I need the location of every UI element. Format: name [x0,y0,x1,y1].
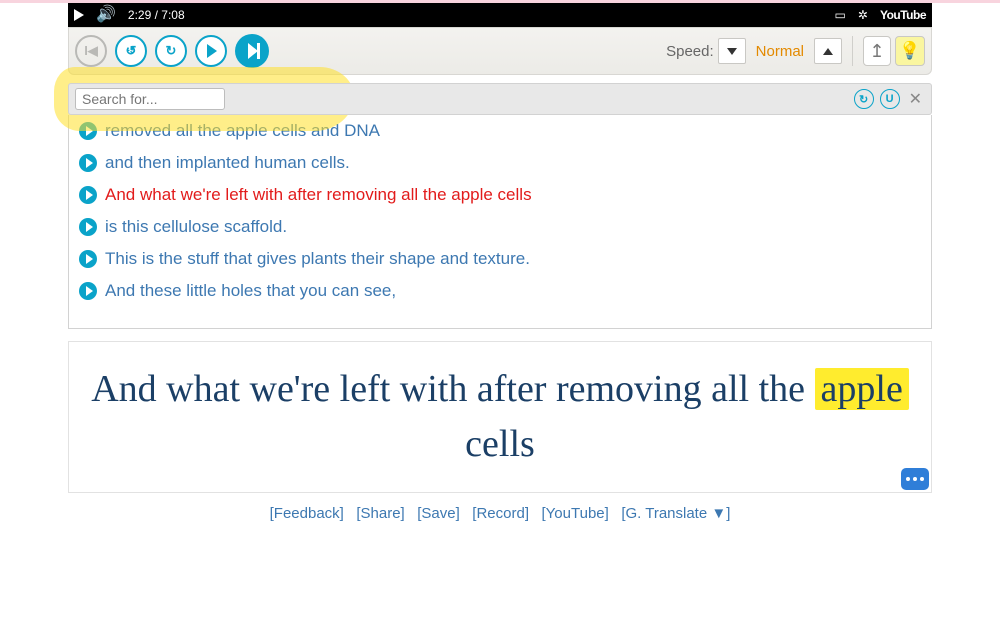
caption-pre: And what we're left with after removing … [91,368,814,410]
playback-control-bar: I◀ -5↺-5 ↻ Speed: Normal ↥ 💡 [68,27,932,75]
scroll-top-button[interactable]: ↥ [863,36,891,66]
speed-value: Normal [750,43,810,60]
loop-toggle-button[interactable]: ↻ [854,89,874,109]
line-play-icon[interactable] [79,282,97,300]
play-button[interactable] [195,35,227,67]
transcript-text[interactable]: is this cellulose scaffold. [105,217,287,237]
line-play-icon[interactable] [79,218,97,236]
youtube-link[interactable]: [YouTube] [542,505,609,522]
line-play-icon[interactable] [79,250,97,268]
transcript-text[interactable]: and then implanted human cells. [105,153,350,173]
chat-bubble-button[interactable] [901,468,929,490]
transcript-row[interactable]: is this cellulose scaffold. [69,211,931,243]
speed-label: Speed: [666,43,714,60]
prev-line-button[interactable]: I◀ [75,35,107,67]
youtube-logo[interactable]: YouTube [880,8,926,22]
repeat-button[interactable]: ↻ [155,35,187,67]
transcript-row[interactable]: And what we're left with after removing … [69,179,931,211]
transcript-text[interactable]: removed all the apple cells and DNA [105,121,380,141]
hint-bulb-button[interactable]: 💡 [895,36,925,66]
speed-down-button[interactable] [718,38,746,64]
transcript-text[interactable]: This is the stuff that gives plants thei… [105,249,530,269]
rewind-5-button[interactable]: -5↺-5 [115,35,147,67]
video-player-bar: 🔊 2:29 / 7:08 ▭ ✲ YouTube [68,3,932,27]
next-line-button[interactable] [235,34,269,68]
volume-icon[interactable]: 🔊 [96,7,116,23]
share-link[interactable]: [Share] [356,505,404,522]
speed-up-button[interactable] [814,38,842,64]
feedback-link[interactable]: [Feedback] [270,505,344,522]
search-row: ↻ U ✕ [68,83,932,115]
save-link[interactable]: [Save] [417,505,460,522]
caption-highlight-word[interactable]: apple [815,368,909,410]
close-search-button[interactable]: ✕ [906,89,925,109]
transcript-text[interactable]: And these little holes that you can see, [105,281,396,301]
transcript-row[interactable]: and then implanted human cells. [69,147,931,179]
cc-icon[interactable]: ▭ [835,8,846,22]
footer-links: [Feedback] [Share] [Save] [Record] [YouT… [0,493,1000,546]
line-play-icon[interactable] [79,154,97,172]
video-play-icon[interactable] [74,9,84,21]
gtranslate-link[interactable]: [G. Translate ▼] [621,505,730,522]
search-input[interactable] [75,88,225,110]
line-play-icon[interactable] [79,186,97,204]
transcript-row[interactable]: This is the stuff that gives plants thei… [69,243,931,275]
transcript-panel[interactable]: removed all the apple cells and DNA and t… [68,115,932,329]
settings-gear-icon[interactable]: ✲ [858,8,868,22]
u-toggle-button[interactable]: U [880,89,900,109]
transcript-text[interactable]: And what we're left with after removing … [105,185,532,205]
caption-post: cells [465,423,535,465]
current-caption-panel: And what we're left with after removing … [68,341,932,493]
divider [852,36,853,66]
record-link[interactable]: [Record] [472,505,529,522]
transcript-row[interactable]: removed all the apple cells and DNA [69,115,931,147]
caption-line: And what we're left with after removing … [87,362,913,472]
line-play-icon[interactable] [79,122,97,140]
video-time: 2:29 / 7:08 [128,8,185,22]
transcript-row[interactable]: And these little holes that you can see, [69,275,931,307]
